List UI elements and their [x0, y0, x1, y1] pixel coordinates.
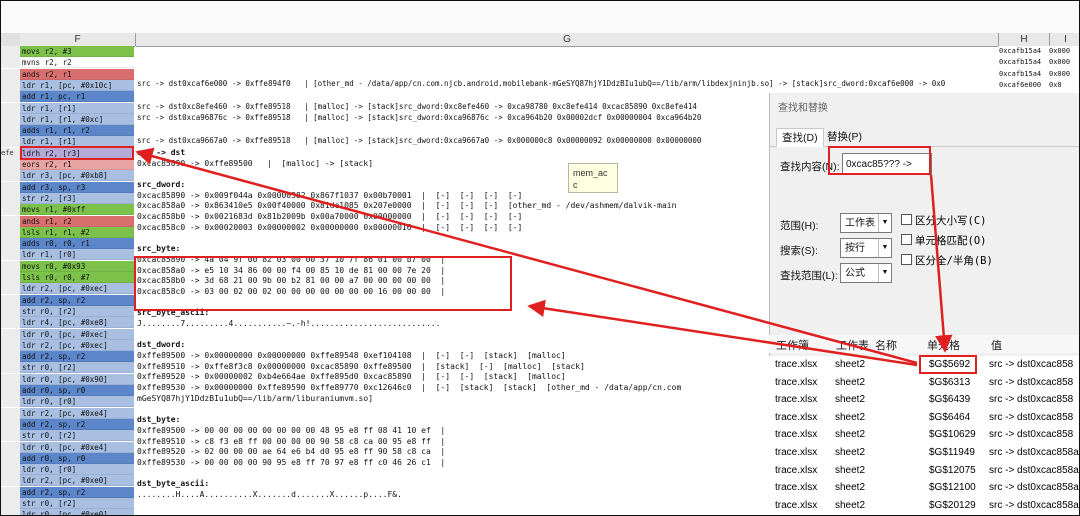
arrow-result-to-ldrh [135, 147, 918, 365]
annotation-arrows [135, 147, 953, 367]
arrow-result-to-srcbyte [527, 299, 918, 367]
spreadsheet-window: F G H I movs r2, #3 0xcafb15a4 0x000 mvns r… [0, 0, 1080, 516]
arrow-input-to-result [929, 174, 953, 353]
